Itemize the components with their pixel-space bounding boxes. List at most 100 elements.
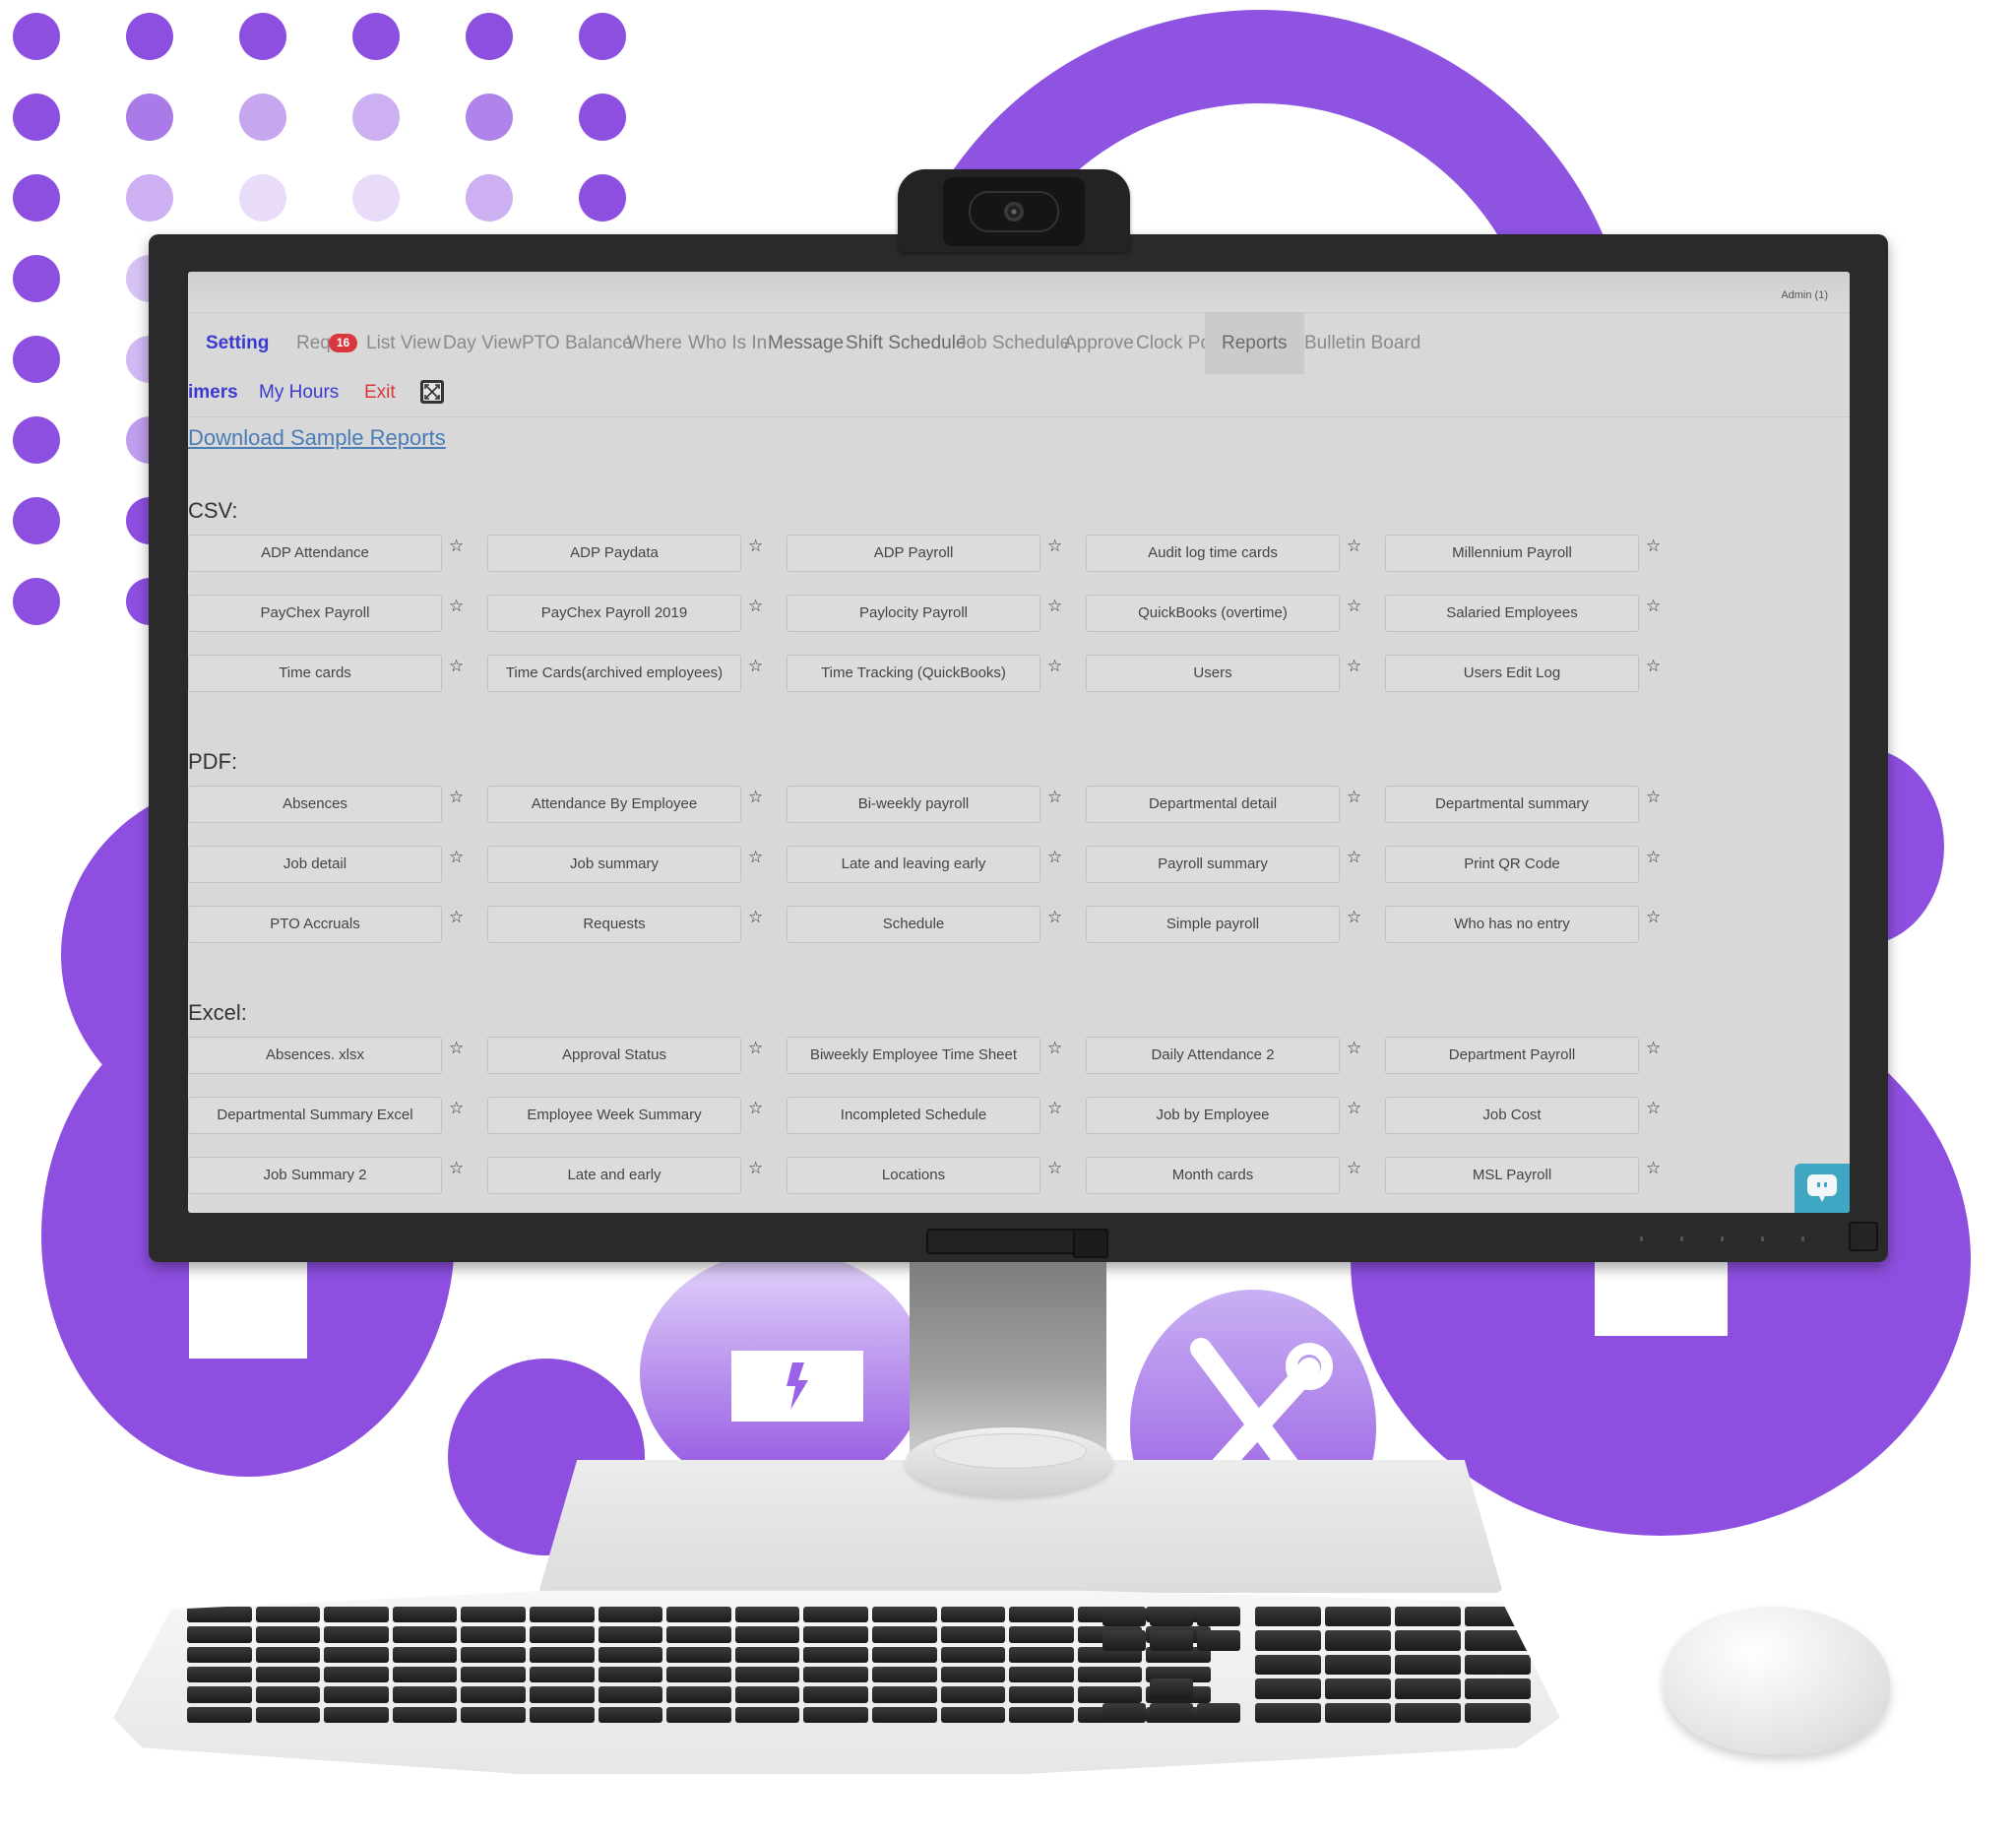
favorite-star-icon[interactable]: ☆	[449, 848, 464, 867]
favorite-star-icon[interactable]: ☆	[1347, 908, 1361, 927]
report-button[interactable]: Payroll summary	[1086, 846, 1340, 883]
report-button[interactable]: Locations	[787, 1157, 1040, 1194]
monitor-power-button[interactable]	[1849, 1222, 1878, 1251]
favorite-star-icon[interactable]: ☆	[748, 1039, 763, 1058]
favorite-star-icon[interactable]: ☆	[1646, 597, 1661, 616]
report-button[interactable]: Job Summary 2	[188, 1157, 442, 1194]
favorite-star-icon[interactable]: ☆	[1646, 537, 1661, 556]
favorite-star-icon[interactable]: ☆	[1047, 1159, 1062, 1178]
exit-link[interactable]: Exit	[364, 382, 396, 404]
favorite-star-icon[interactable]: ☆	[1646, 848, 1661, 867]
favorite-star-icon[interactable]: ☆	[1347, 1159, 1361, 1178]
favorite-star-icon[interactable]: ☆	[1047, 1039, 1062, 1058]
report-button[interactable]: ADP Attendance	[188, 535, 442, 572]
favorite-star-icon[interactable]: ☆	[1347, 848, 1361, 867]
report-button[interactable]: PTO Accruals	[188, 906, 442, 943]
download-sample-reports-link[interactable]: Download Sample Reports	[188, 425, 446, 451]
nav-item-job-schedule[interactable]: Job Schedule	[957, 313, 1070, 374]
favorite-star-icon[interactable]: ☆	[748, 597, 763, 616]
favorite-star-icon[interactable]: ☆	[1047, 848, 1062, 867]
favorite-star-icon[interactable]: ☆	[1646, 1039, 1661, 1058]
nav-item-setting[interactable]: Setting	[206, 313, 269, 374]
user-label[interactable]: Admin (1)	[1781, 289, 1828, 301]
favorite-star-icon[interactable]: ☆	[449, 537, 464, 556]
favorite-star-icon[interactable]: ☆	[1646, 1159, 1661, 1178]
report-button[interactable]: Time Cards(archived employees)	[487, 655, 741, 692]
report-button[interactable]: Departmental summary	[1385, 786, 1639, 823]
report-button[interactable]: Schedule	[787, 906, 1040, 943]
report-button[interactable]: Requests	[487, 906, 741, 943]
report-button[interactable]: Employee Week Summary	[487, 1097, 741, 1134]
favorite-star-icon[interactable]: ☆	[1347, 657, 1361, 676]
report-button[interactable]: Daily Attendance 2	[1086, 1037, 1340, 1074]
nav-item-pto-balance[interactable]: PTO Balance	[522, 313, 633, 374]
nav-item-day-view[interactable]: Day View	[443, 313, 522, 374]
report-button[interactable]: QuickBooks (overtime)	[1086, 595, 1340, 632]
favorite-star-icon[interactable]: ☆	[748, 788, 763, 807]
report-button[interactable]: Time cards	[188, 655, 442, 692]
favorite-star-icon[interactable]: ☆	[1047, 1099, 1062, 1118]
report-button[interactable]: Attendance By Employee	[487, 786, 741, 823]
favorite-star-icon[interactable]: ☆	[1047, 537, 1062, 556]
favorite-star-icon[interactable]: ☆	[1646, 908, 1661, 927]
favorite-star-icon[interactable]: ☆	[449, 657, 464, 676]
favorite-star-icon[interactable]: ☆	[1646, 657, 1661, 676]
report-button[interactable]: PayChex Payroll 2019	[487, 595, 741, 632]
fullscreen-button[interactable]	[420, 380, 444, 404]
report-button[interactable]: Job Cost	[1385, 1097, 1639, 1134]
favorite-star-icon[interactable]: ☆	[1047, 908, 1062, 927]
favorite-star-icon[interactable]: ☆	[449, 908, 464, 927]
report-button[interactable]: Job summary	[487, 846, 741, 883]
favorite-star-icon[interactable]: ☆	[1047, 788, 1062, 807]
report-button[interactable]: Audit log time cards	[1086, 535, 1340, 572]
report-button[interactable]: Millennium Payroll	[1385, 535, 1639, 572]
report-button[interactable]: Simple payroll	[1086, 906, 1340, 943]
report-button[interactable]: Time Tracking (QuickBooks)	[787, 655, 1040, 692]
report-button[interactable]: MSL Payroll	[1385, 1157, 1639, 1194]
favorite-star-icon[interactable]: ☆	[1347, 597, 1361, 616]
chat-widget-button[interactable]	[1795, 1164, 1850, 1213]
favorite-star-icon[interactable]: ☆	[1347, 1099, 1361, 1118]
favorite-star-icon[interactable]: ☆	[748, 1099, 763, 1118]
report-button[interactable]: Users Edit Log	[1385, 655, 1639, 692]
favorite-star-icon[interactable]: ☆	[1347, 788, 1361, 807]
subnav-item-my-hours[interactable]: My Hours	[259, 382, 339, 404]
favorite-star-icon[interactable]: ☆	[748, 537, 763, 556]
report-button[interactable]: Bi-weekly payroll	[787, 786, 1040, 823]
report-button[interactable]: Month cards	[1086, 1157, 1340, 1194]
nav-item-reports[interactable]: Reports	[1205, 313, 1304, 374]
favorite-star-icon[interactable]: ☆	[1347, 1039, 1361, 1058]
nav-item-req[interactable]: Req 16	[296, 313, 358, 374]
report-button[interactable]: Users	[1086, 655, 1340, 692]
favorite-star-icon[interactable]: ☆	[449, 1039, 464, 1058]
report-button[interactable]: Late and leaving early	[787, 846, 1040, 883]
report-button[interactable]: Department Payroll	[1385, 1037, 1639, 1074]
report-button[interactable]: Salaried Employees	[1385, 595, 1639, 632]
report-button[interactable]: Biweekly Employee Time Sheet	[787, 1037, 1040, 1074]
report-button[interactable]: ADP Payroll	[787, 535, 1040, 572]
favorite-star-icon[interactable]: ☆	[1047, 597, 1062, 616]
nav-item-who-is-in[interactable]: Who Is In	[688, 313, 767, 374]
favorite-star-icon[interactable]: ☆	[449, 788, 464, 807]
report-button[interactable]: Paylocity Payroll	[787, 595, 1040, 632]
nav-item-bulletin-board[interactable]: Bulletin Board	[1304, 313, 1420, 374]
favorite-star-icon[interactable]: ☆	[1646, 788, 1661, 807]
report-button[interactable]: Late and early	[487, 1157, 741, 1194]
favorite-star-icon[interactable]: ☆	[1347, 537, 1361, 556]
favorite-star-icon[interactable]: ☆	[748, 908, 763, 927]
nav-item-where[interactable]: Where	[627, 313, 682, 374]
report-button[interactable]: Incompleted Schedule	[787, 1097, 1040, 1134]
favorite-star-icon[interactable]: ☆	[1047, 657, 1062, 676]
report-button[interactable]: Print QR Code	[1385, 846, 1639, 883]
report-button[interactable]: Absences	[188, 786, 442, 823]
subnav-item-timers[interactable]: imers	[188, 382, 238, 404]
report-button[interactable]: Job by Employee	[1086, 1097, 1340, 1134]
report-button[interactable]: ADP Paydata	[487, 535, 741, 572]
favorite-star-icon[interactable]: ☆	[748, 657, 763, 676]
report-button[interactable]: Approval Status	[487, 1037, 741, 1074]
report-button[interactable]: Who has no entry	[1385, 906, 1639, 943]
nav-item-shift-schedule[interactable]: Shift Schedule	[846, 313, 967, 374]
favorite-star-icon[interactable]: ☆	[449, 1159, 464, 1178]
report-button[interactable]: PayChex Payroll	[188, 595, 442, 632]
nav-item-message[interactable]: Message	[768, 313, 844, 374]
